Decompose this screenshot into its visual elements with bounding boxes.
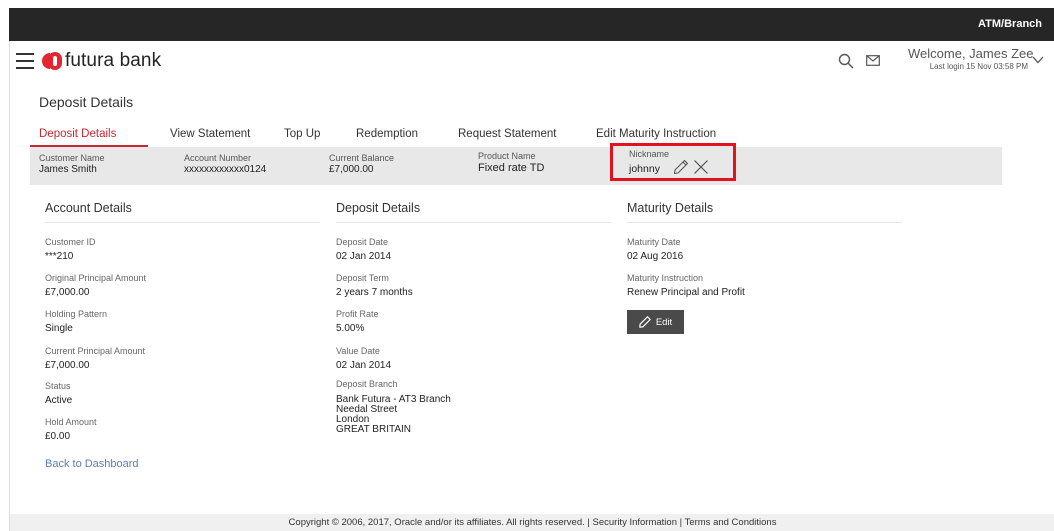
top-bar: ATM/Branch xyxy=(9,8,1054,41)
summary-product-name: Product Name Fixed rate TD xyxy=(478,151,545,174)
mail-icon[interactable] xyxy=(866,55,880,66)
app-frame: futura bank Welcome, James Zee Last logi… xyxy=(9,41,1054,531)
copyright-text: Copyright © 2006, 2017, Oracle and/or it… xyxy=(288,517,585,528)
edit-pencil-icon xyxy=(639,316,651,328)
maturity-details-section: Maturity Details xyxy=(627,201,902,223)
field-holding-pattern: Holding Pattern Single xyxy=(45,309,108,334)
atm-branch-link[interactable]: ATM/Branch xyxy=(978,18,1042,30)
footer-separator: | xyxy=(587,517,590,528)
section-divider xyxy=(45,222,320,223)
tab-edit-maturity-instruction[interactable]: Edit Maturity Instruction xyxy=(596,128,716,140)
account-details-title: Account Details xyxy=(45,201,132,215)
section-divider xyxy=(627,222,902,223)
tab-top-up[interactable]: Top Up xyxy=(284,128,320,140)
futura-logo-icon xyxy=(42,51,62,71)
branch-line: GREAT BRITAIN xyxy=(336,424,412,435)
summary-customer-name: Customer Name James Smith xyxy=(39,153,105,175)
close-icon[interactable] xyxy=(693,159,709,175)
tab-view-statement[interactable]: View Statement xyxy=(170,128,250,140)
pencil-icon[interactable] xyxy=(673,159,689,175)
field-deposit-date: Deposit Date 02 Jan 2014 xyxy=(336,237,392,262)
nickname-value[interactable]: johnny xyxy=(629,163,660,175)
brand-logo[interactable]: futura bank xyxy=(42,50,161,72)
account-details-section: Account Details xyxy=(45,201,320,223)
summary-current-balance: Current Balance £7,000.00 xyxy=(329,153,395,175)
section-divider xyxy=(336,222,611,223)
field-profit-rate: Profit Rate 5.00% xyxy=(336,309,379,334)
field-current-principal: Current Principal Amount £7,000.00 xyxy=(45,346,146,371)
summary-account-number: Account Number xxxxxxxxxxxx0124 xyxy=(184,153,267,175)
field-hold-amount: Hold Amount £0.00 xyxy=(45,417,97,442)
terms-and-conditions-link[interactable]: Terms and Conditions xyxy=(685,517,777,528)
field-deposit-branch: Deposit Branch Bank Futura - AT3 Branch … xyxy=(336,379,451,435)
user-welcome[interactable]: Welcome, James Zee Last login 15 Nov 03:… xyxy=(908,46,1034,71)
edit-button-label: Edit xyxy=(655,316,673,328)
field-customer-id: Customer ID ***210 xyxy=(45,237,96,262)
tab-request-statement[interactable]: Request Statement xyxy=(458,128,556,140)
security-information-link[interactable]: Security Information xyxy=(593,517,677,528)
welcome-text: Welcome, James Zee xyxy=(908,46,1034,61)
footer: Copyright © 2006, 2017, Oracle and/or it… xyxy=(10,514,1054,531)
field-original-principal: Original Principal Amount £7,000.00 xyxy=(45,273,147,298)
field-status: Status Active xyxy=(45,381,73,406)
maturity-details-title: Maturity Details xyxy=(627,201,714,215)
menu-icon[interactable] xyxy=(16,53,34,69)
field-deposit-term: Deposit Term 2 years 7 months xyxy=(336,273,413,298)
top-strip xyxy=(0,0,1054,8)
brand-name: futura bank xyxy=(65,50,162,71)
deposit-details-section: Deposit Details xyxy=(336,201,611,223)
footer-separator: | xyxy=(679,517,683,528)
edit-maturity-button[interactable]: Edit xyxy=(627,310,684,334)
nickname-label: Nickname xyxy=(629,149,670,159)
tab-redemption[interactable]: Redemption xyxy=(356,128,418,140)
field-maturity-instruction: Maturity Instruction Renew Principal and… xyxy=(627,273,745,298)
nickname-edit-highlight: Nickname johnny xyxy=(610,143,736,181)
page-title: Deposit Details xyxy=(39,94,134,110)
chevron-down-icon[interactable] xyxy=(1032,56,1044,64)
app-header: futura bank Welcome, James Zee Last logi… xyxy=(10,41,1054,85)
back-to-dashboard-link[interactable]: Back to Dashboard xyxy=(45,458,139,470)
last-login-text: Last login 15 Nov 03:58 PM xyxy=(929,62,1028,71)
deposit-details-title: Deposit Details xyxy=(336,201,421,215)
field-maturity-date: Maturity Date 02 Aug 2016 xyxy=(627,237,684,262)
account-summary-bar: Customer Name James Smith Account Number… xyxy=(30,143,1002,185)
field-value-date: Value Date 02 Jan 2014 xyxy=(336,346,392,371)
search-icon[interactable] xyxy=(838,53,854,69)
tab-deposit-details[interactable]: Deposit Details xyxy=(39,128,116,140)
